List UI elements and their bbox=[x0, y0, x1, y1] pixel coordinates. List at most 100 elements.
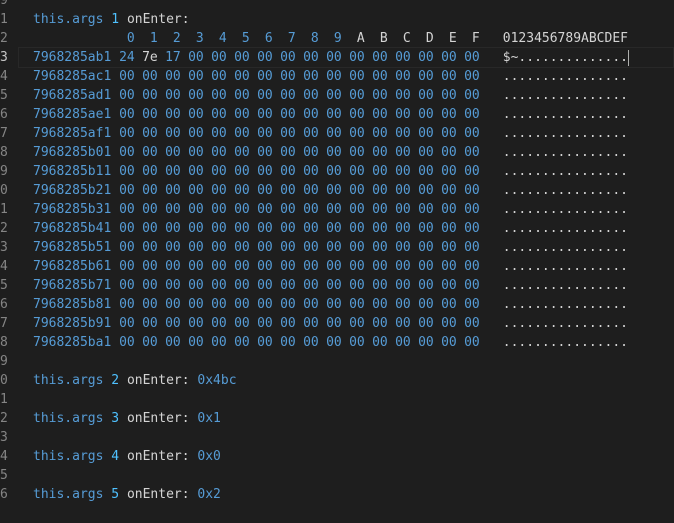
hex-byte[interactable]: 00 bbox=[188, 86, 211, 105]
hex-byte[interactable]: 00 bbox=[395, 105, 418, 124]
hex-byte[interactable]: 00 bbox=[441, 257, 464, 276]
hex-byte[interactable]: 00 bbox=[188, 219, 211, 238]
hex-byte[interactable]: 00 bbox=[418, 219, 441, 238]
code-line[interactable]: 3 7968285ab1 24 7e 17 00 00 00 00 00 00 00 00 00 00 00… bbox=[0, 47, 674, 68]
hex-byte[interactable]: 00 bbox=[211, 181, 234, 200]
hex-byte[interactable]: 00 bbox=[326, 143, 349, 162]
hex-byte[interactable]: 00 bbox=[395, 200, 418, 219]
hex-byte[interactable]: 00 bbox=[418, 200, 441, 219]
code-line[interactable]: 6 this.args 5 onEnter: 0x2 bbox=[0, 485, 674, 504]
hex-byte[interactable]: 00 bbox=[464, 181, 487, 200]
hex-byte[interactable]: 00 bbox=[142, 86, 165, 105]
hex-byte[interactable]: 00 bbox=[234, 86, 257, 105]
hex-byte[interactable]: 00 bbox=[142, 314, 165, 333]
hex-byte[interactable]: 00 bbox=[234, 238, 257, 257]
hex-byte[interactable]: 00 bbox=[464, 276, 487, 295]
hex-byte[interactable]: 00 bbox=[326, 200, 349, 219]
hex-byte[interactable]: 00 bbox=[464, 48, 487, 67]
hex-byte[interactable]: 00 bbox=[257, 48, 280, 67]
hex-byte[interactable]: 00 bbox=[211, 143, 234, 162]
hex-byte[interactable]: 00 bbox=[142, 67, 165, 86]
code-line[interactable]: 5 bbox=[0, 466, 674, 485]
hex-byte[interactable]: 00 bbox=[119, 181, 142, 200]
hex-byte[interactable]: 00 bbox=[257, 314, 280, 333]
hex-byte[interactable]: 00 bbox=[119, 162, 142, 181]
hex-byte[interactable]: 00 bbox=[119, 276, 142, 295]
hex-byte[interactable]: 00 bbox=[464, 67, 487, 86]
hex-byte[interactable]: 00 bbox=[326, 86, 349, 105]
hex-byte[interactable]: 00 bbox=[464, 238, 487, 257]
hex-byte[interactable]: 00 bbox=[418, 105, 441, 124]
hex-byte[interactable]: 00 bbox=[257, 238, 280, 257]
code-line[interactable]: 2 this.args 3 onEnter: 0x1 bbox=[0, 409, 674, 428]
hex-byte[interactable]: 00 bbox=[257, 276, 280, 295]
hex-byte[interactable]: 00 bbox=[372, 219, 395, 238]
hex-byte[interactable]: 00 bbox=[326, 295, 349, 314]
hex-byte[interactable]: 00 bbox=[280, 124, 303, 143]
hex-byte[interactable]: 00 bbox=[165, 162, 188, 181]
hex-byte[interactable]: 00 bbox=[303, 105, 326, 124]
hex-byte[interactable]: 00 bbox=[188, 314, 211, 333]
hex-byte[interactable]: 00 bbox=[395, 295, 418, 314]
code-line[interactable]: 4 7968285b61 00 00 00 00 00 00 00 00 00 00 00 00 00 00… bbox=[0, 257, 674, 276]
hex-byte[interactable]: 00 bbox=[395, 181, 418, 200]
hex-byte[interactable]: 00 bbox=[257, 143, 280, 162]
hex-byte[interactable]: 00 bbox=[188, 333, 211, 352]
hex-byte[interactable]: 00 bbox=[464, 219, 487, 238]
hex-byte[interactable]: 00 bbox=[165, 67, 188, 86]
hex-byte[interactable]: 00 bbox=[165, 257, 188, 276]
hex-byte[interactable]: 00 bbox=[441, 124, 464, 143]
hex-byte[interactable]: 00 bbox=[211, 333, 234, 352]
hex-byte[interactable]: 00 bbox=[441, 200, 464, 219]
hex-byte[interactable]: 00 bbox=[280, 181, 303, 200]
hex-byte[interactable]: 00 bbox=[395, 86, 418, 105]
hex-byte[interactable]: 00 bbox=[349, 162, 372, 181]
hex-byte[interactable]: 7e bbox=[142, 48, 165, 67]
hex-byte[interactable]: 00 bbox=[303, 86, 326, 105]
code-line[interactable]: 0 this.args 2 onEnter: 0x4bc bbox=[0, 371, 674, 390]
hex-byte[interactable]: 00 bbox=[303, 314, 326, 333]
hex-byte[interactable]: 00 bbox=[418, 48, 441, 67]
hex-byte[interactable]: 00 bbox=[418, 181, 441, 200]
hex-byte[interactable]: 00 bbox=[349, 238, 372, 257]
hex-byte[interactable]: 00 bbox=[234, 124, 257, 143]
hex-byte[interactable]: 17 bbox=[165, 48, 188, 67]
hex-byte[interactable]: 00 bbox=[188, 105, 211, 124]
hex-byte[interactable]: 00 bbox=[418, 333, 441, 352]
hex-byte[interactable]: 00 bbox=[234, 314, 257, 333]
hex-byte[interactable]: 00 bbox=[234, 48, 257, 67]
hex-byte[interactable]: 00 bbox=[395, 48, 418, 67]
hex-byte[interactable]: 00 bbox=[165, 333, 188, 352]
hex-byte[interactable]: 00 bbox=[119, 143, 142, 162]
hex-byte[interactable]: 00 bbox=[234, 333, 257, 352]
hex-byte[interactable]: 00 bbox=[142, 143, 165, 162]
hex-byte[interactable]: 00 bbox=[441, 86, 464, 105]
hex-byte[interactable]: 00 bbox=[211, 48, 234, 67]
hex-byte[interactable]: 00 bbox=[257, 200, 280, 219]
hex-byte[interactable]: 00 bbox=[395, 257, 418, 276]
hex-byte[interactable]: 00 bbox=[395, 143, 418, 162]
hex-byte[interactable]: 00 bbox=[280, 162, 303, 181]
hex-byte[interactable]: 00 bbox=[441, 295, 464, 314]
hex-byte[interactable]: 00 bbox=[188, 124, 211, 143]
hex-byte[interactable]: 00 bbox=[372, 124, 395, 143]
code-line[interactable]: 7 7968285af1 00 00 00 00 00 00 00 00 00 00 00 00 00 00… bbox=[0, 124, 674, 143]
hex-byte[interactable]: 24 bbox=[119, 48, 142, 67]
hex-byte[interactable]: 00 bbox=[303, 181, 326, 200]
hex-byte[interactable]: 00 bbox=[211, 238, 234, 257]
code-line[interactable]: 8 7968285b01 00 00 00 00 00 00 00 00 00 00 00 00 00 00… bbox=[0, 143, 674, 162]
code-line[interactable]: 9 bbox=[0, 352, 674, 371]
hex-byte[interactable]: 00 bbox=[188, 67, 211, 86]
hex-byte[interactable]: 00 bbox=[441, 219, 464, 238]
hex-byte[interactable]: 00 bbox=[280, 219, 303, 238]
hex-byte[interactable]: 00 bbox=[280, 276, 303, 295]
hex-byte[interactable]: 00 bbox=[234, 257, 257, 276]
hex-byte[interactable]: 00 bbox=[395, 124, 418, 143]
hex-byte[interactable]: 00 bbox=[280, 143, 303, 162]
hex-byte[interactable]: 00 bbox=[326, 105, 349, 124]
hex-byte[interactable]: 00 bbox=[418, 162, 441, 181]
code-editor[interactable]: 9 1 this.args 1 onEnter: 2 0 1 2 3 4 5 6 7 … bbox=[0, 0, 674, 523]
hex-byte[interactable]: 00 bbox=[165, 295, 188, 314]
hex-byte[interactable]: 00 bbox=[165, 181, 188, 200]
hex-byte[interactable]: 00 bbox=[211, 276, 234, 295]
